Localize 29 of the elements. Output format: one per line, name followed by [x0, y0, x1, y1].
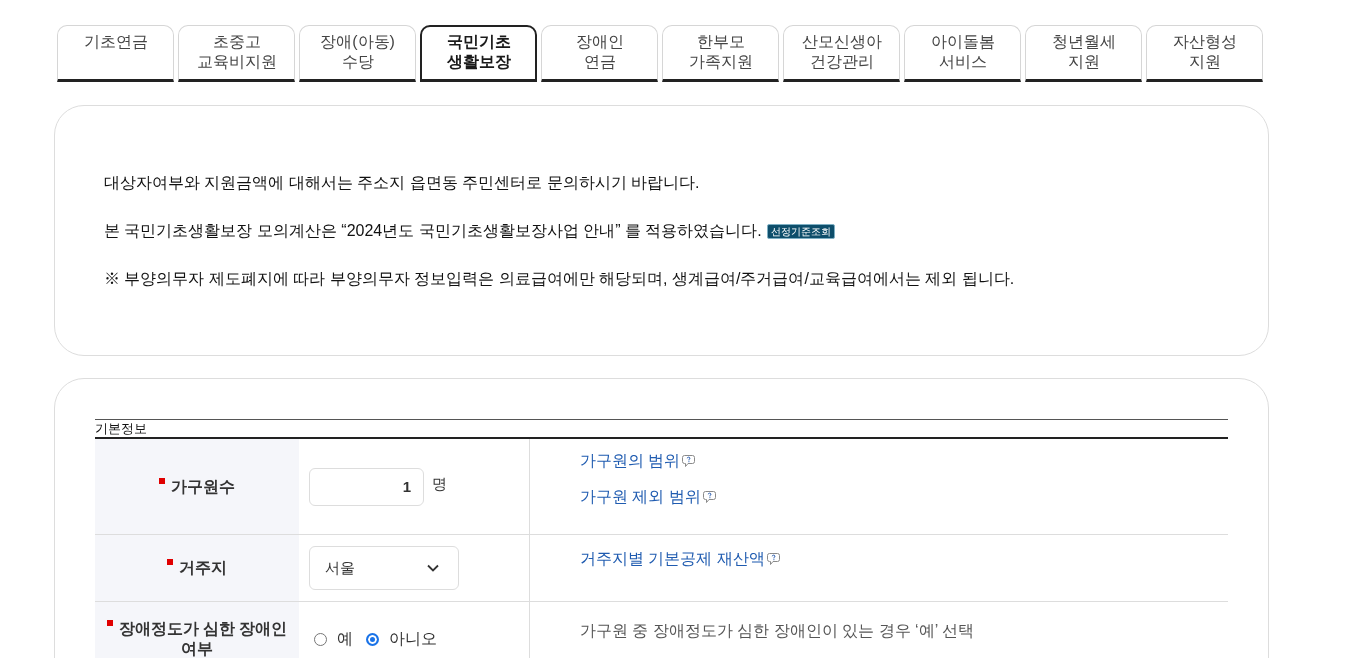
tab[interactable]: 자산형성 지원: [1146, 25, 1263, 82]
notice-text: 대상자여부와 지원금액에 대해서는 주소지 읍면동 주민센터로 문의하시기 바랍니다.: [104, 173, 700, 193]
notice-text: ※ 부양의무자 제도폐지에 따라 부양의무자 정보입력은 의료급여에만 해당되며, 생계급여/주거급여/교육급여에서는 제외 됩니다.: [104, 269, 1015, 289]
radio-label[interactable]: 아니오: [389, 628, 437, 650]
field-label: 가구원수: [171, 477, 235, 495]
tab[interactable]: 국민기초 생활보장: [420, 25, 537, 82]
info-link[interactable]: 가구원의 범위: [580, 451, 696, 471]
chevron-down-icon: [427, 564, 439, 572]
radio-button[interactable]: [314, 632, 327, 646]
radio-button[interactable]: [366, 632, 379, 646]
tab[interactable]: 한부모 가족지원: [662, 25, 779, 82]
info-link[interactable]: 거주지별 기본공제 재산액: [580, 549, 780, 569]
tab[interactable]: 초중고 교육비지원: [178, 25, 295, 82]
field-label: 장애정도가 심한 장애인 여부: [118, 620, 288, 657]
tab[interactable]: 기초연금: [57, 25, 174, 82]
info-link[interactable]: 가구원 제외 범위: [580, 487, 716, 507]
select-field[interactable]: 서울: [309, 546, 459, 590]
info-note: 가구원 중 장애정도가 심한 장애인이 있는 경우 ‘예’ 선택: [580, 621, 975, 641]
tab[interactable]: 청년월세 지원: [1025, 25, 1142, 82]
unit-label: 명: [432, 475, 447, 494]
field-label: 거주지: [179, 559, 227, 576]
tab[interactable]: 아이돌봄 서비스: [904, 25, 1021, 82]
criteria-lookup-button[interactable]: 선정기준조회: [766, 223, 835, 239]
tab[interactable]: 산모신생아 건강관리: [783, 25, 900, 82]
radio-label[interactable]: 예: [337, 628, 353, 650]
tab[interactable]: 장애인 연금: [541, 25, 658, 82]
number-field[interactable]: 1: [309, 467, 424, 506]
tab[interactable]: 장애(아동) 수당: [299, 25, 416, 82]
notice-text: 본 국민기초생활보장 모의계산은 “2024년도 국민기초생활보장사업 안내” 를 적용하였습니다.: [104, 221, 762, 241]
